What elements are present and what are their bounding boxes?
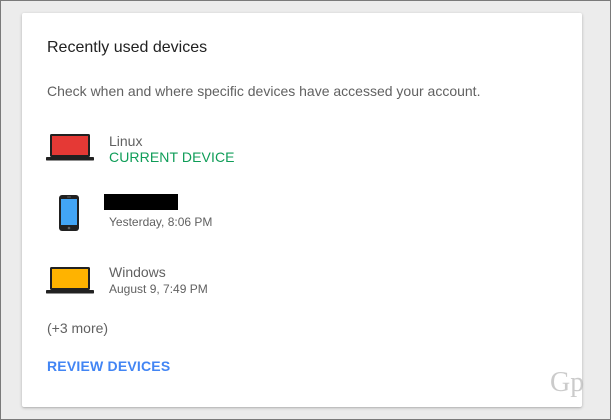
card-title: Recently used devices — [47, 39, 208, 56]
last-access-time: August 9, 7:49 PM — [109, 282, 208, 296]
review-devices-button[interactable]: REVIEW DEVICES — [47, 358, 170, 374]
device-name: Linux — [109, 133, 143, 149]
more-devices-count: (+3 more) — [47, 320, 109, 336]
recent-devices-card: Recently used devices Check when and whe… — [22, 13, 582, 407]
device-item-windows[interactable]: Windows August 9, 7:49 PM — [46, 264, 566, 314]
device-name: Windows — [109, 264, 166, 280]
device-item-linux[interactable]: Linux CURRENT DEVICE — [46, 131, 566, 181]
redacted-device-name — [104, 194, 178, 210]
card-description: Check when and where specific devices ha… — [47, 83, 481, 99]
current-device-label: CURRENT DEVICE — [109, 149, 235, 165]
groovypost-watermark: Gp — [550, 367, 585, 398]
smartphone-icon — [58, 195, 80, 236]
device-item-phone[interactable]: Yesterday, 8:06 PM — [46, 194, 566, 244]
last-access-time: Yesterday, 8:06 PM — [109, 215, 213, 229]
screenshot-frame: Recently used devices Check when and whe… — [0, 0, 611, 420]
laptop-icon — [46, 131, 94, 168]
laptop-icon — [46, 264, 94, 301]
